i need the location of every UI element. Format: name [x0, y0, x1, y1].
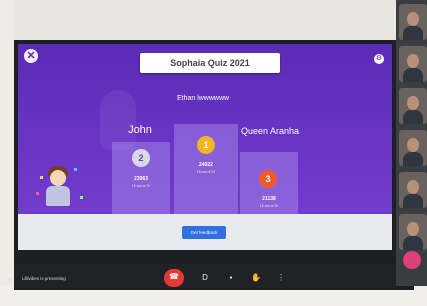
participant-tile[interactable]: [399, 88, 427, 124]
room-background-top: [0, 0, 427, 40]
correct-count-third: 15 out of 20: [259, 204, 279, 208]
confetti-piece: [74, 168, 77, 171]
participant-face: [407, 12, 419, 26]
quiz-title: Sophaia Quiz 2021: [140, 53, 280, 73]
correct-count-first: 18 out of 20: [196, 170, 216, 174]
confetti-piece: [40, 176, 43, 179]
participant-face: [407, 96, 419, 110]
participant-tile[interactable]: [399, 214, 427, 250]
confetti-piece: [80, 196, 83, 199]
participant-body: [403, 110, 423, 124]
participant-tile[interactable]: [399, 172, 427, 208]
participant-tile[interactable]: [399, 130, 427, 166]
room-background-left: [0, 0, 14, 306]
participant-tile[interactable]: [399, 4, 427, 40]
participant-tile[interactable]: [399, 46, 427, 82]
participant-face: [407, 222, 419, 236]
celebrating-character-head: [50, 170, 66, 186]
medal-second-icon: 2: [132, 149, 150, 167]
get-feedback-button[interactable]: Get feedback: [182, 226, 226, 239]
presenting-indicator-icon: [8, 278, 12, 282]
participant-body: [403, 236, 423, 250]
participant-face: [407, 138, 419, 152]
player-name-second: John: [128, 124, 152, 136]
medal-first-icon: 1: [197, 136, 215, 154]
raise-hand-button[interactable]: ✋: [248, 270, 264, 286]
participant-body: [403, 26, 423, 40]
mic-button[interactable]: ●: [223, 270, 239, 286]
participant-face: [407, 180, 419, 194]
participant-body: [403, 194, 423, 208]
medal-third-icon: 3: [259, 170, 277, 188]
player-name-first: Ethan lwwwwww: [176, 95, 230, 102]
score-first: 24022: [199, 162, 213, 168]
player-name-third: Queen Aranha: [240, 126, 300, 136]
celebrating-character-body: [46, 186, 70, 206]
participant-avatar[interactable]: [403, 251, 421, 269]
participant-face: [407, 54, 419, 68]
confetti-piece: [36, 192, 39, 195]
hand-watermark: [100, 90, 136, 150]
end-call-button[interactable]: ☎: [164, 269, 184, 287]
score-third: 21138: [262, 196, 276, 202]
correct-count-second: 16 out of 20: [131, 184, 151, 188]
close-icon[interactable]: ✕: [24, 49, 38, 63]
captions-button[interactable]: D: [197, 270, 213, 286]
score-second: 23063: [134, 176, 148, 182]
settings-icon[interactable]: ⚙: [374, 54, 384, 64]
presenting-label: Lillivibes is presenting: [22, 276, 66, 281]
participant-body: [403, 68, 423, 82]
participant-body: [403, 152, 423, 166]
more-options-button[interactable]: ⋮: [273, 270, 289, 286]
